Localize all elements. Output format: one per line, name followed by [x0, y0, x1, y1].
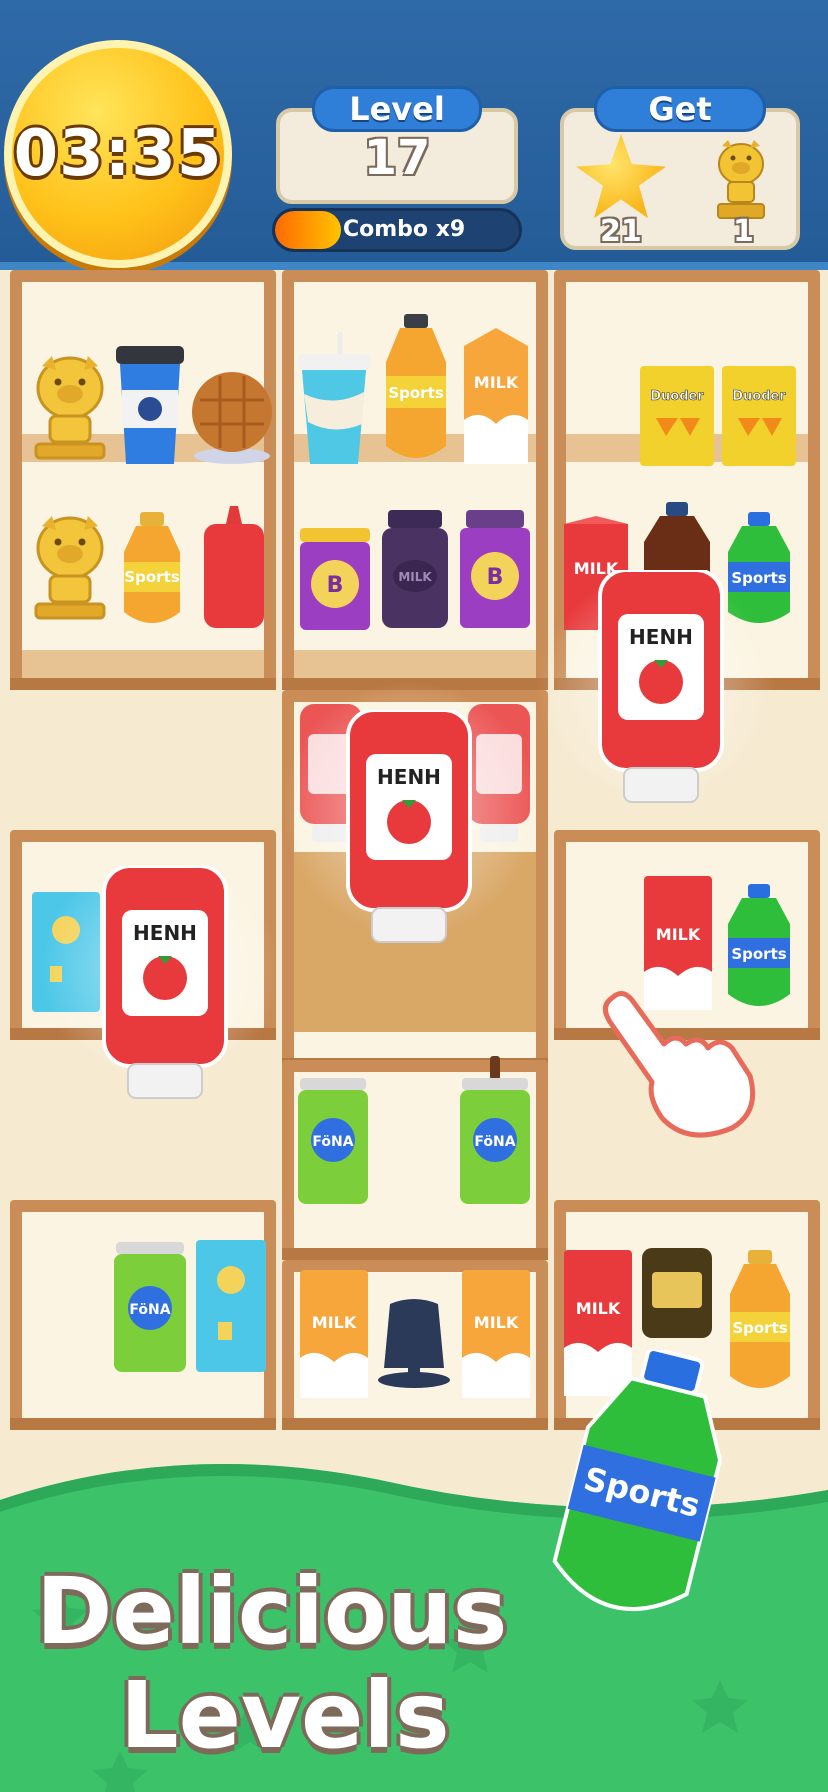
milk-carton-item[interactable]: MILK [460, 1270, 532, 1398]
waffle-cake-item[interactable] [190, 366, 274, 466]
jar-letter: B [327, 573, 344, 598]
coffee-cup-item[interactable] [112, 346, 188, 466]
level-label: Level [312, 86, 482, 132]
milk-label: MILK [474, 1313, 519, 1332]
sports-drink-item[interactable]: Sports [116, 512, 188, 630]
pig-trophy-item[interactable] [30, 512, 110, 622]
sports-label: Sports [731, 945, 786, 963]
shelf-board: Sports Sports MILK B MILK B Duoder Duode… [0, 270, 828, 1460]
game-hud: 03:35 Level 17 Combo x9 Get 21 1 [0, 0, 828, 270]
combo-meter: Combo x9 [272, 208, 522, 252]
cake-stand-item[interactable] [374, 1298, 454, 1398]
fona-can-item[interactable]: FöNA [458, 1056, 532, 1204]
trophy-count: 1 [733, 214, 754, 249]
milk-label: MILK [576, 1299, 621, 1318]
fona-label: FöNA [129, 1302, 170, 1318]
star-count: 21 [600, 214, 642, 249]
milk-label: MILK [656, 925, 701, 944]
ketchup-label: HENH [377, 765, 441, 789]
jam-jar-item[interactable]: MILK [378, 510, 452, 630]
fona-label: FöNA [474, 1134, 515, 1150]
shelf-plank [294, 650, 536, 678]
timer-text: 03:35 [13, 117, 223, 191]
promo-banner: Delicious Levels Sports [0, 1350, 828, 1792]
fona-can-item[interactable]: FöNA [112, 1242, 188, 1372]
juice-box-item[interactable] [194, 1240, 268, 1372]
mustard-bottle-item[interactable] [640, 1248, 714, 1338]
sports-drink-item[interactable]: Sports [380, 314, 452, 466]
pig-trophy-icon [717, 140, 765, 219]
cookie-jar-item[interactable]: B [456, 510, 534, 630]
sports-label: Sports [732, 1319, 787, 1337]
sports-label: Sports [388, 384, 443, 402]
ketchup-bottle-item[interactable] [198, 506, 270, 630]
chips-bag-item[interactable]: Duoder [638, 366, 716, 466]
cookie-jar-item[interactable]: B [296, 528, 374, 630]
combo-fill [275, 211, 341, 249]
ketchup-label: HENH [629, 625, 693, 649]
pointing-hand-icon [603, 991, 756, 1138]
shelf-plank [22, 650, 264, 678]
fona-can-item[interactable]: FöNA [296, 1078, 370, 1204]
jar-milk-label: MILK [398, 570, 432, 584]
chips-label: Duoder [650, 389, 704, 404]
milk-carton-item[interactable]: MILK [460, 328, 532, 466]
level-number: 17 [363, 130, 431, 186]
ketchup-bottle-selected[interactable]: HENH [596, 570, 726, 810]
chips-label: Duoder [732, 389, 786, 404]
banner-title-line1: Delicious [36, 1558, 508, 1665]
jar-letter: B [487, 565, 504, 590]
fona-label: FöNA [312, 1134, 353, 1150]
banner-title-line2: Levels [120, 1662, 450, 1769]
countdown-timer: 03:35 [4, 40, 232, 268]
soda-cup-item[interactable] [296, 332, 372, 466]
ketchup-bottle-selected[interactable]: HENH [100, 866, 230, 1106]
milk-carton-item[interactable]: MILK [298, 1270, 370, 1398]
sports-label: Sports [124, 568, 179, 586]
ketchup-bottle-selected[interactable]: HENH [344, 710, 474, 950]
rewards-label: Get [594, 86, 766, 132]
sports-bottle-mascot: Sports [552, 1350, 723, 1611]
chips-bag-item[interactable]: Duoder [720, 366, 798, 466]
milk-label: MILK [312, 1313, 357, 1332]
pig-trophy-item[interactable] [30, 352, 110, 462]
milk-label: MILK [474, 373, 519, 392]
ketchup-label: HENH [133, 921, 197, 945]
sports-label: Sports [731, 569, 786, 587]
combo-label: Combo x9 [343, 217, 466, 242]
